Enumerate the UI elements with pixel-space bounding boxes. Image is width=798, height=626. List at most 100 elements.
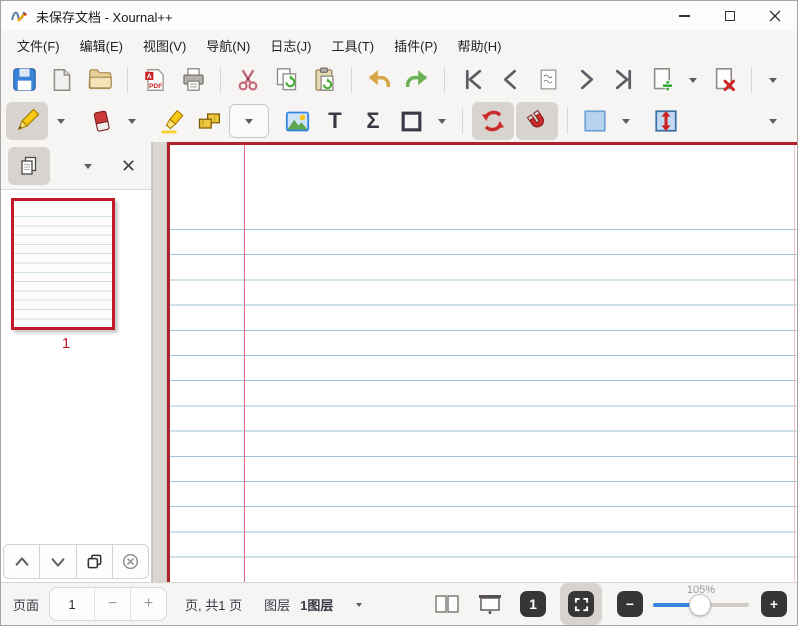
math-tex-button[interactable]: Σ xyxy=(355,104,391,138)
delete-page-button[interactable] xyxy=(706,63,742,97)
redo-button[interactable] xyxy=(399,63,435,97)
undo-icon xyxy=(365,66,393,94)
highlighter-tool-button[interactable] xyxy=(154,104,190,138)
chevron-down-icon xyxy=(57,119,65,128)
select-options-dropdown[interactable] xyxy=(614,104,638,138)
new-document-icon xyxy=(49,67,75,93)
presentation-mode-button[interactable] xyxy=(475,589,505,619)
page-increment-button[interactable]: + xyxy=(130,588,166,620)
image-icon xyxy=(284,108,311,135)
drawing-type-button[interactable] xyxy=(192,104,228,138)
page-up-button[interactable] xyxy=(3,544,40,579)
highlighter-icon xyxy=(159,108,186,135)
sidebar-view-dropdown[interactable] xyxy=(76,149,100,183)
pane-resize-handle[interactable] xyxy=(152,142,167,582)
vertical-space-button[interactable] xyxy=(648,104,684,138)
select-rectangle-button[interactable] xyxy=(577,104,613,138)
preview-pages-button[interactable] xyxy=(8,147,50,185)
page-number-input[interactable] xyxy=(50,588,94,620)
copy-page-button[interactable] xyxy=(76,544,113,579)
menu-file[interactable]: 文件(F) xyxy=(7,32,70,59)
undo-button[interactable] xyxy=(361,63,397,97)
dual-page-view-button[interactable] xyxy=(432,589,462,619)
select-rectangle-icon xyxy=(582,108,608,134)
zoom-out-button[interactable]: − xyxy=(617,591,643,617)
toolbar2-overflow-button[interactable] xyxy=(761,104,785,138)
chevron-up-icon xyxy=(13,553,31,571)
svg-text:PDF: PDF xyxy=(149,83,162,90)
layer-select-dropdown[interactable] xyxy=(347,587,371,621)
sidebar-close-button[interactable] xyxy=(116,154,140,178)
grid-snap-toggle[interactable] xyxy=(516,102,558,140)
open-button[interactable] xyxy=(82,63,118,97)
add-page-dropdown[interactable] xyxy=(681,63,705,97)
print-button[interactable] xyxy=(175,63,211,97)
window-title: 未保存文档 - Xournal++ xyxy=(36,7,173,26)
zoom-fit-toggle[interactable] xyxy=(560,583,602,625)
separator xyxy=(127,67,128,93)
dual-page-icon xyxy=(434,592,460,616)
shape-options-dropdown[interactable] xyxy=(430,104,454,138)
vertical-space-icon xyxy=(653,108,679,134)
pages-icon xyxy=(17,154,41,178)
add-page-button[interactable] xyxy=(644,63,680,97)
eraser-options-dropdown[interactable] xyxy=(120,104,144,138)
export-pdf-button[interactable]: A PDF xyxy=(137,63,173,97)
drawing-type-dropdown[interactable] xyxy=(229,104,269,138)
menu-tools[interactable]: 工具(T) xyxy=(322,32,385,59)
zoom-slider[interactable]: 105% xyxy=(653,583,749,625)
zoom-in-button[interactable]: + xyxy=(761,591,787,617)
menu-plugins[interactable]: 插件(P) xyxy=(384,32,447,59)
rotation-snap-toggle[interactable] xyxy=(472,102,514,140)
paste-button[interactable] xyxy=(306,63,342,97)
layer-select-value[interactable]: 1图层 xyxy=(300,595,333,614)
separator xyxy=(220,67,221,93)
circle-x-icon xyxy=(121,552,140,571)
chevron-down-icon xyxy=(356,603,362,610)
zoom-100-button[interactable]: 1 xyxy=(520,591,546,617)
document-canvas[interactable] xyxy=(167,142,797,582)
menu-view[interactable]: 视图(V) xyxy=(133,32,196,59)
shape-tool-button[interactable] xyxy=(393,104,429,138)
maximize-button[interactable] xyxy=(707,1,752,31)
save-button[interactable] xyxy=(6,63,42,97)
new-document-button[interactable] xyxy=(44,63,80,97)
slider-handle[interactable] xyxy=(689,594,711,616)
page-margin-line xyxy=(244,145,245,582)
separator xyxy=(444,67,445,93)
pen-tool-button[interactable] xyxy=(6,102,48,140)
sidebar-page-actions xyxy=(3,544,149,579)
last-page-button[interactable] xyxy=(606,63,642,97)
xournalpp-window: 未保存文档 - Xournal++ 文件(F) 编辑(E) 视图(V) 导航(N… xyxy=(0,0,798,626)
goto-page-button[interactable] xyxy=(530,63,566,97)
pen-options-dropdown[interactable] xyxy=(49,104,73,138)
first-page-button[interactable] xyxy=(454,63,490,97)
menu-edit[interactable]: 编辑(E) xyxy=(70,32,133,59)
menu-help[interactable]: 帮助(H) xyxy=(447,32,511,59)
titlebar[interactable]: 未保存文档 - Xournal++ xyxy=(1,1,797,31)
menu-navigation[interactable]: 导航(N) xyxy=(196,32,260,59)
menu-journal[interactable]: 日志(J) xyxy=(260,32,321,59)
close-button[interactable] xyxy=(752,1,797,31)
minimize-button[interactable] xyxy=(662,1,707,31)
text-tool-button[interactable]: T xyxy=(317,104,353,138)
chevron-down-icon xyxy=(689,78,697,87)
chevron-down-icon xyxy=(49,553,67,571)
cut-button[interactable] xyxy=(230,63,266,97)
previous-page-button[interactable] xyxy=(492,63,528,97)
zoom-in-glyph: + xyxy=(770,596,778,612)
page-decrement-button[interactable]: − xyxy=(94,588,130,620)
page-preview-list: 1 xyxy=(1,190,151,542)
zoom-out-glyph: − xyxy=(626,596,634,612)
delete-page-sidebar-button[interactable] xyxy=(112,544,149,579)
page-thumbnail-1[interactable] xyxy=(11,198,115,330)
copy-button[interactable] xyxy=(268,63,304,97)
previous-page-icon xyxy=(498,67,523,92)
insert-image-button[interactable] xyxy=(279,104,315,138)
toolbar1-overflow-button[interactable] xyxy=(761,63,785,97)
eraser-tool-button[interactable] xyxy=(83,104,119,138)
separator xyxy=(751,67,752,93)
page-down-button[interactable] xyxy=(39,544,76,579)
next-page-button[interactable] xyxy=(568,63,604,97)
fit-page-icon xyxy=(574,597,589,612)
